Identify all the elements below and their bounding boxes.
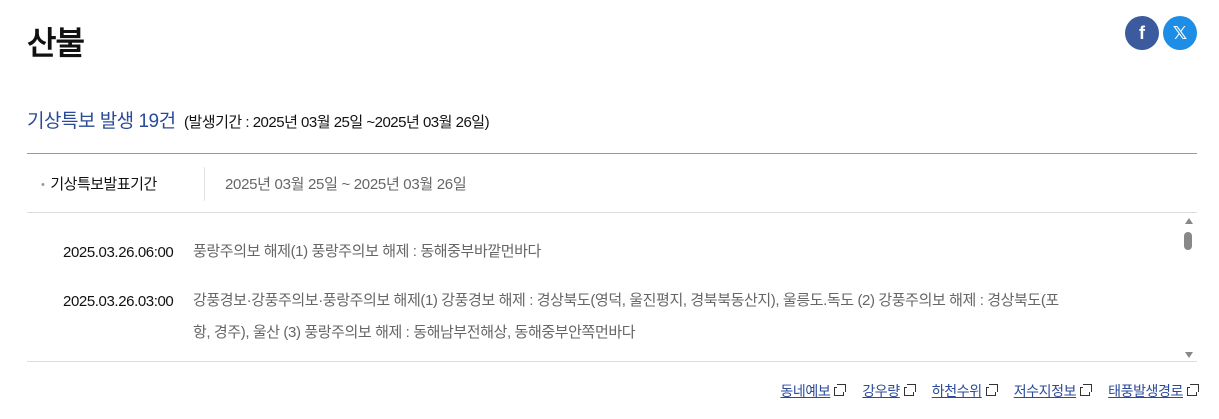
divider (204, 167, 205, 201)
link-reservoir-info[interactable]: 저수지정보 (1014, 381, 1093, 401)
new-window-icon (903, 383, 916, 396)
link-river-level[interactable]: 하천수위 (932, 381, 998, 401)
warning-count: 기상특보 발생 19건 (27, 111, 176, 132)
facebook-share-button[interactable]: f (1125, 16, 1159, 50)
scroll-thumb[interactable] (1184, 232, 1192, 250)
scroll-down-icon[interactable] (1185, 352, 1193, 358)
announcement-period-label: • 기상특보발표기간 (41, 176, 157, 193)
scroll-up-icon[interactable] (1185, 218, 1193, 224)
new-window-icon (1187, 383, 1199, 396)
announcement-period-value: 2025년 03월 25일 ~ 2025년 03월 26일 (225, 176, 467, 193)
facebook-icon: f (1139, 22, 1145, 43)
entry-time: 2025.03.26.06:00 (63, 244, 174, 261)
warning-list[interactable]: 2025.03.26.06:00 풍랑주의보 해제(1) 풍랑주의보 해제 : … (27, 214, 1197, 362)
warning-summary: 기상특보 발생 19건 (발생기간 : 2025년 03월 25일 ~2025년… (27, 106, 490, 133)
new-window-icon (1080, 383, 1093, 396)
share-buttons: f 𝕏 (1125, 16, 1197, 50)
link-neighborhood-forecast[interactable]: 동네예보 (780, 381, 847, 401)
link-typhoon-path[interactable]: 태풍발생경로 (1108, 381, 1199, 401)
new-window-icon (985, 383, 998, 396)
entry-time: 2025.03.26.03:00 (63, 293, 174, 310)
x-share-button[interactable]: 𝕏 (1163, 16, 1197, 50)
scrollbar[interactable] (1183, 218, 1195, 358)
warning-period: (발생기간 : 2025년 03월 25일 ~2025년 03월 26일) (184, 114, 490, 131)
announcement-period-row: • 기상특보발표기간 2025년 03월 25일 ~ 2025년 03월 26일 (27, 153, 1197, 213)
new-window-icon (834, 383, 847, 396)
entry-text: 풍랑주의보 해제(1) 풍랑주의보 해제 : 동해중부바깥먼바다 (193, 243, 541, 260)
entry-text: 강풍경보·강풍주의보·풍랑주의보 해제(1) 강풍경보 해제 : 경상북도(영덕… (193, 292, 1059, 341)
x-icon: 𝕏 (1172, 22, 1188, 43)
link-rainfall[interactable]: 강우량 (862, 381, 916, 401)
related-links: 동네예보 강우량 하천수위 저수지정보 태풍발생경로 (780, 381, 1199, 401)
page-title: 산불 (27, 25, 85, 61)
bullet-icon: • (41, 179, 45, 191)
